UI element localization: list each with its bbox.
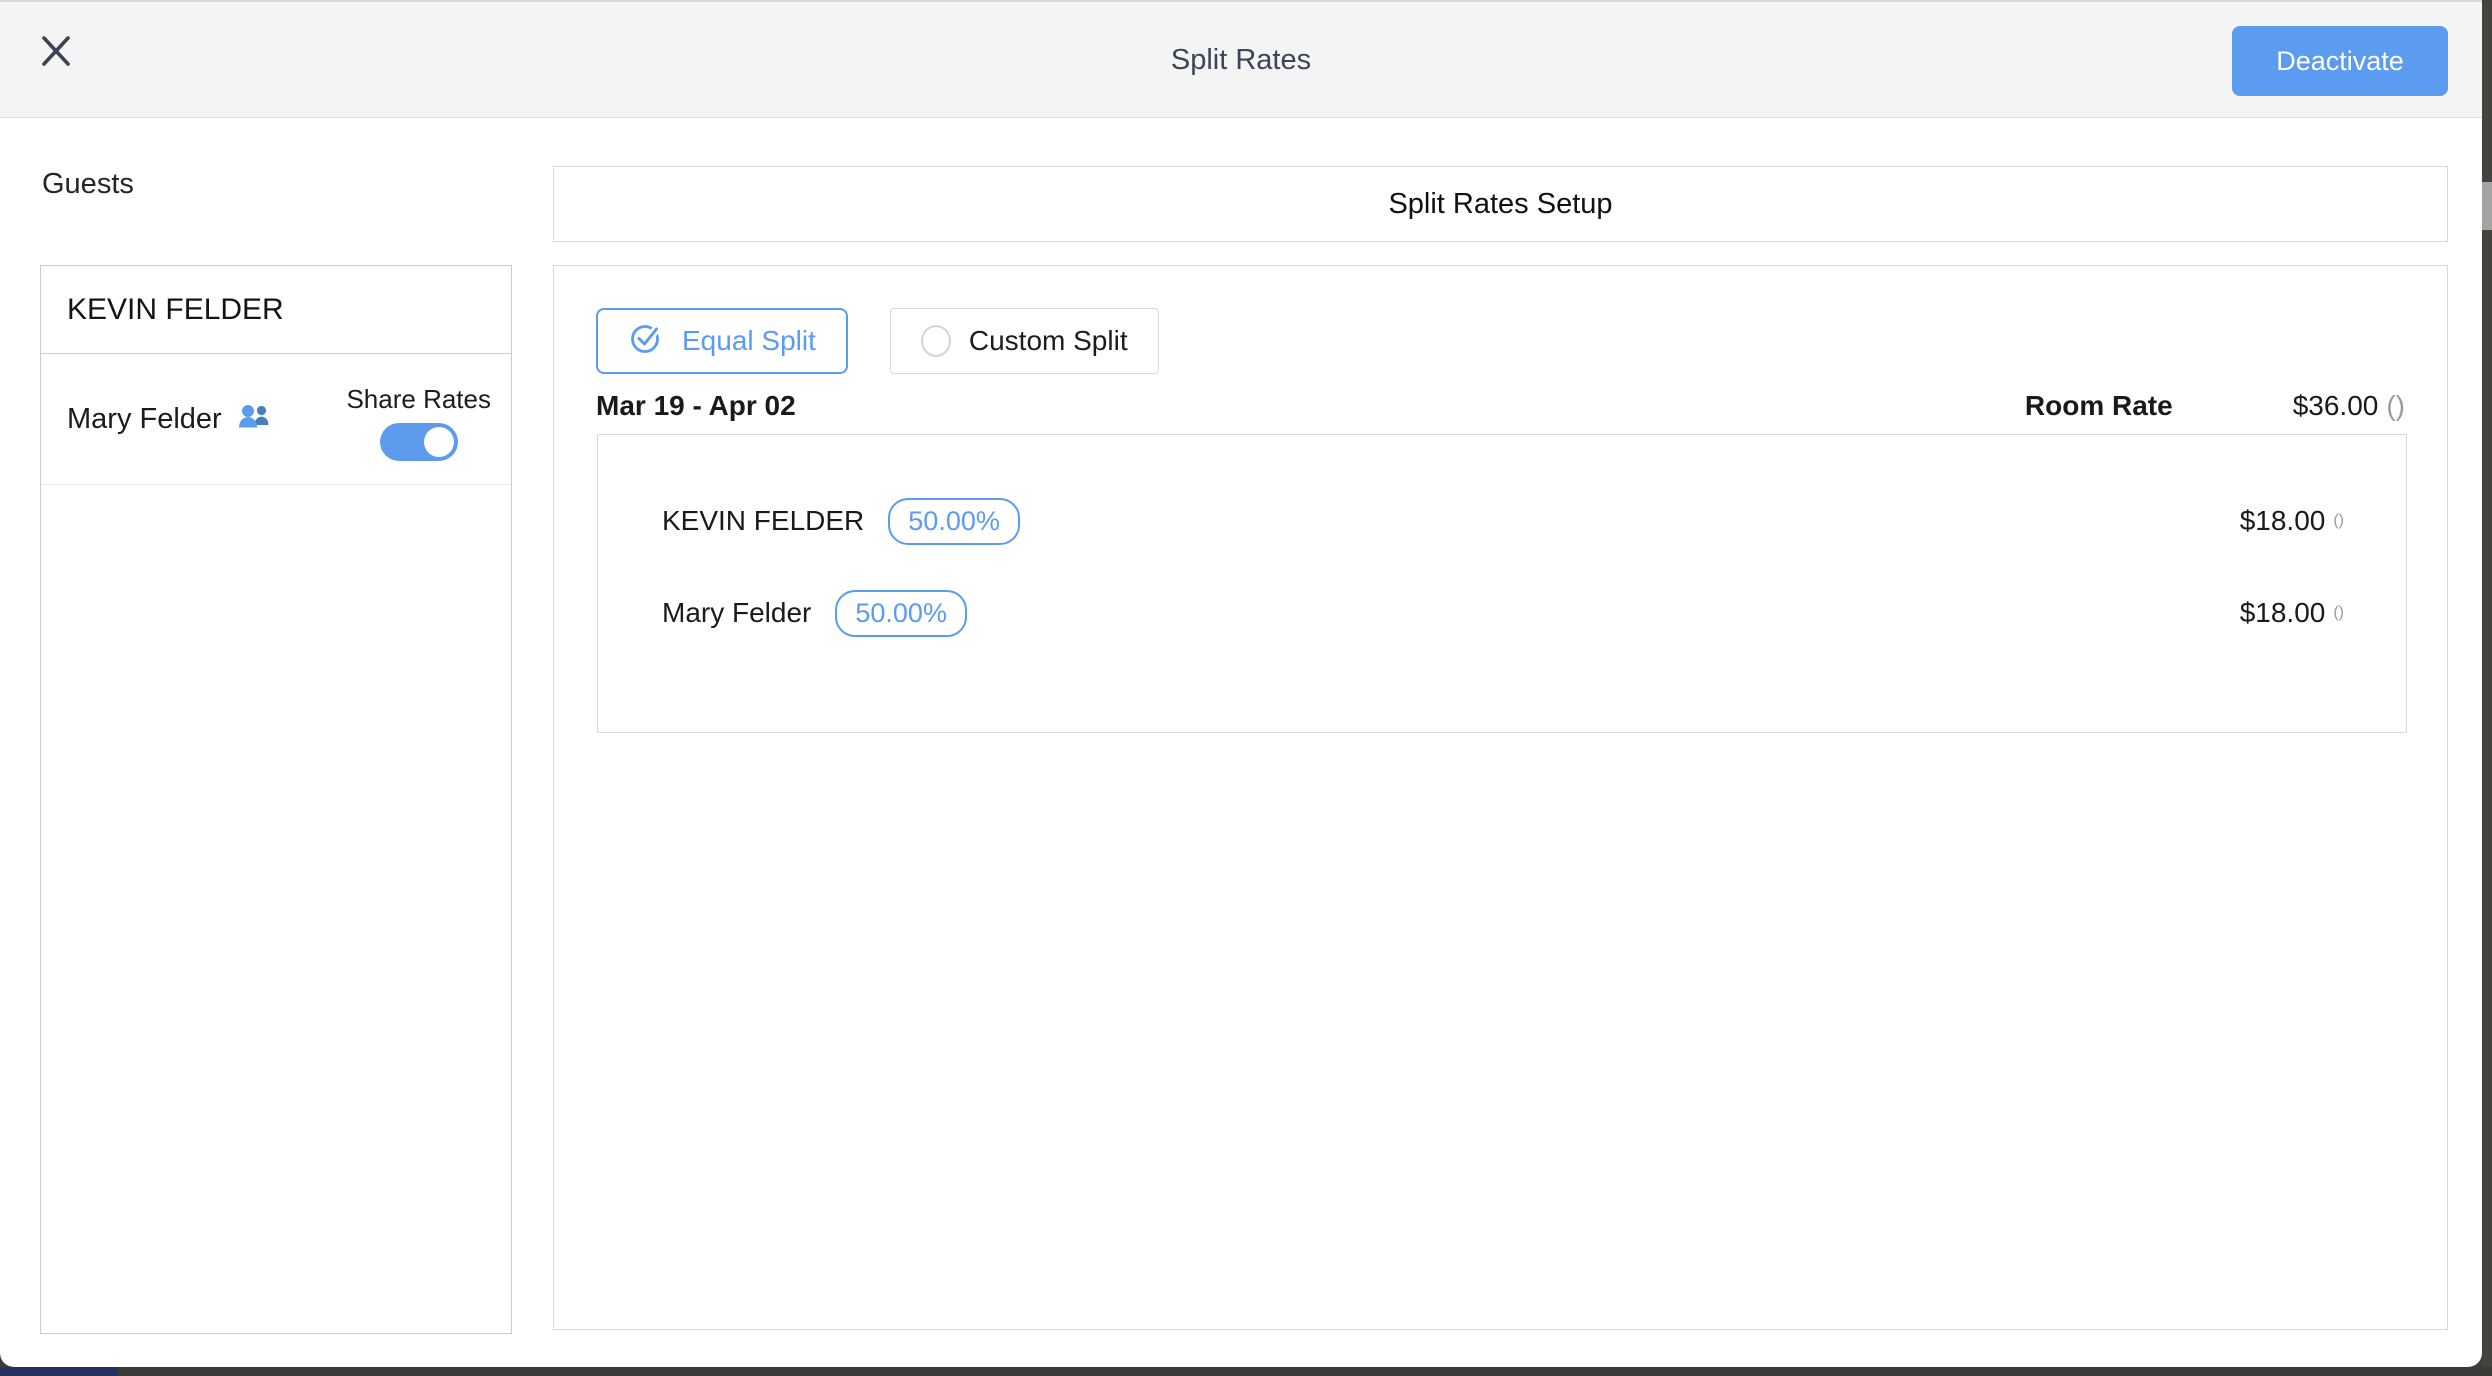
guests-section-label: Guests (42, 168, 134, 201)
guest-row[interactable]: Mary Felder Share Rates (41, 354, 511, 485)
primary-guest-name: KEVIN FELDER (67, 293, 284, 327)
room-rate-amount: $36.00 (2293, 390, 2379, 422)
scrollbar-thumb[interactable] (2482, 182, 2492, 230)
custom-split-label: Custom Split (969, 325, 1128, 357)
background-right-strip (2482, 0, 2492, 1376)
setup-title: Split Rates Setup (1388, 188, 1612, 221)
room-rate-suffix: () (2386, 390, 2405, 422)
rate-amount-suffix: () (2333, 512, 2344, 530)
percent-pill[interactable]: 50.00% (835, 590, 967, 637)
split-mode-options: Equal Split Custom Split (596, 308, 2405, 374)
equal-split-button[interactable]: Equal Split (596, 308, 848, 374)
people-icon (236, 402, 272, 437)
deactivate-button[interactable]: Deactivate (2232, 26, 2448, 96)
share-rates-toggle[interactable] (380, 423, 458, 461)
modal-header: Split Rates Deactivate (0, 0, 2482, 118)
background-bottom-navy-segment (0, 1367, 118, 1376)
rate-amount: $18.00 (2240, 505, 2326, 537)
setup-header: Split Rates Setup (553, 166, 2448, 242)
close-button[interactable] (34, 30, 78, 74)
rate-amount: $18.00 (2240, 597, 2326, 629)
share-rates-control: Share Rates (346, 378, 491, 461)
modal-title: Split Rates (0, 2, 2482, 118)
rate-guest-name: KEVIN FELDER (662, 505, 864, 537)
primary-guest-header: KEVIN FELDER (41, 266, 511, 354)
radio-circle-icon (921, 325, 951, 357)
date-range: Mar 19 - Apr 02 (596, 390, 796, 422)
rate-amount-suffix: () (2333, 604, 2344, 622)
rate-guest-name: Mary Felder (662, 597, 811, 629)
guest-name: Mary Felder (67, 403, 222, 436)
rate-row-kevin: KEVIN FELDER 50.00% $18.00 () (662, 475, 2344, 567)
guests-panel: KEVIN FELDER Mary Felder (40, 265, 512, 1334)
room-rate-label: Room Rate (2025, 390, 2173, 422)
close-icon (39, 32, 73, 73)
custom-split-button[interactable]: Custom Split (890, 308, 1159, 374)
equal-split-label: Equal Split (682, 325, 816, 357)
setup-panel: Equal Split Custom Split Mar 19 - Apr 02… (553, 265, 2448, 1330)
rate-row-mary: Mary Felder 50.00% $18.00 () (662, 567, 2344, 659)
percent-pill[interactable]: 50.00% (888, 498, 1020, 545)
toggle-knob (424, 427, 454, 457)
screen: Split Rates Deactivate Guests KEVIN FELD… (0, 0, 2492, 1376)
guest-rates-box: KEVIN FELDER 50.00% $18.00 () Mary Felde… (597, 434, 2407, 733)
split-rates-modal: Split Rates Deactivate Guests KEVIN FELD… (0, 0, 2482, 1367)
share-rates-label: Share Rates (346, 384, 491, 415)
date-rate-row: Mar 19 - Apr 02 Room Rate $36.00 () (596, 390, 2405, 422)
check-circle-icon (628, 320, 664, 363)
background-bottom-strip (0, 1367, 2492, 1376)
